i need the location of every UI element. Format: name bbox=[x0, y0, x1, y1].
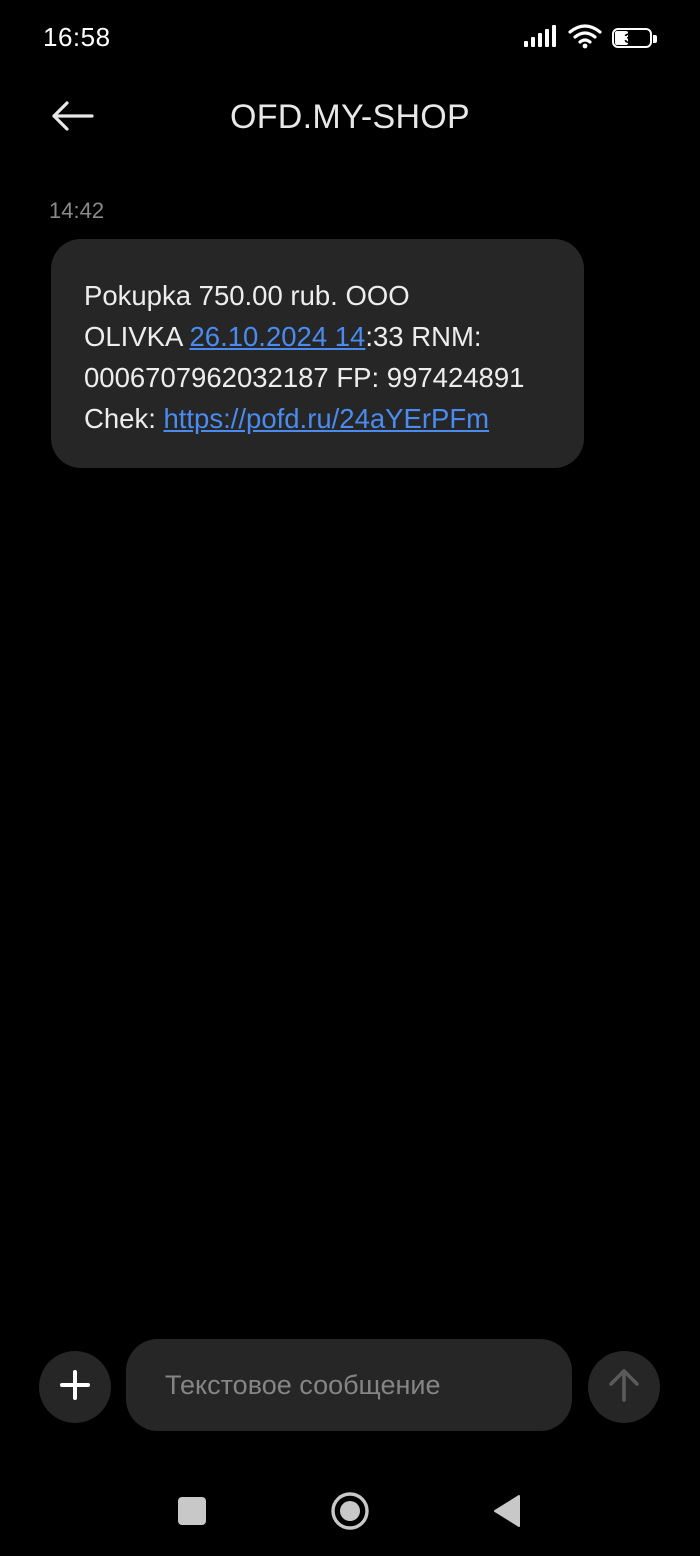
system-nav-bar bbox=[0, 1470, 700, 1556]
send-button[interactable] bbox=[588, 1351, 660, 1423]
arrow-left-icon bbox=[50, 100, 94, 137]
home-button[interactable] bbox=[325, 1488, 375, 1538]
status-time: 16:58 bbox=[43, 22, 111, 52]
message-input[interactable] bbox=[126, 1339, 572, 1431]
wifi-icon bbox=[568, 23, 602, 54]
conversation-title: OFD.MY-SHOP bbox=[229, 98, 471, 136]
receipt-url-link[interactable]: https://pofd.ru/24aYErPFm bbox=[163, 403, 489, 434]
battery-percentage: 38 bbox=[624, 30, 640, 46]
back-button[interactable] bbox=[46, 94, 98, 142]
message-timestamp: 14:42 bbox=[49, 198, 105, 223]
recents-button[interactable] bbox=[167, 1488, 217, 1538]
battery-icon: 38 bbox=[612, 26, 658, 50]
message-line-2: OLIVKA 26.10.2024 14:33 RNM: bbox=[84, 316, 554, 357]
back-nav-button[interactable] bbox=[482, 1488, 532, 1538]
arrow-up-icon bbox=[608, 1367, 640, 1408]
attach-button[interactable] bbox=[39, 1351, 111, 1423]
message-line-1: Pokupka 750.00 rub. OOO bbox=[84, 280, 410, 311]
date-link[interactable]: 26.10.2024 14 bbox=[189, 321, 365, 352]
signal-icon bbox=[524, 24, 558, 52]
message-text: OLIVKA bbox=[84, 321, 190, 352]
recents-square-icon bbox=[177, 1496, 207, 1531]
message-text: :33 RNM: bbox=[365, 321, 482, 352]
status-icons: 38 bbox=[524, 23, 658, 54]
home-circle-icon bbox=[330, 1491, 370, 1536]
message-text: Chek: bbox=[84, 403, 164, 434]
status-bar: 16:58 38 bbox=[0, 0, 700, 76]
back-triangle-icon bbox=[492, 1494, 522, 1533]
message-line-3: 0006707962032187 FP: 997424891 bbox=[84, 362, 525, 393]
message-line-4: Chek: https://pofd.ru/24aYErPFm bbox=[84, 398, 554, 439]
message-bubble[interactable]: Pokupka 750.00 rub. OOO OLIVKA 26.10.202… bbox=[51, 239, 584, 468]
conversation-header: OFD.MY-SHOP bbox=[0, 80, 700, 156]
plus-icon bbox=[59, 1369, 91, 1406]
